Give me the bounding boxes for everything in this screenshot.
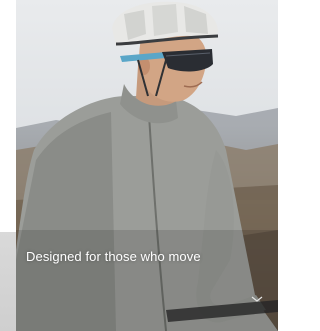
hero-photo — [16, 1, 278, 331]
page: Designed for those who move — [0, 0, 278, 331]
chevron-down-icon[interactable] — [250, 294, 264, 304]
hero-banner — [16, 0, 278, 331]
hero-tagline: Designed for those who move — [26, 249, 201, 264]
